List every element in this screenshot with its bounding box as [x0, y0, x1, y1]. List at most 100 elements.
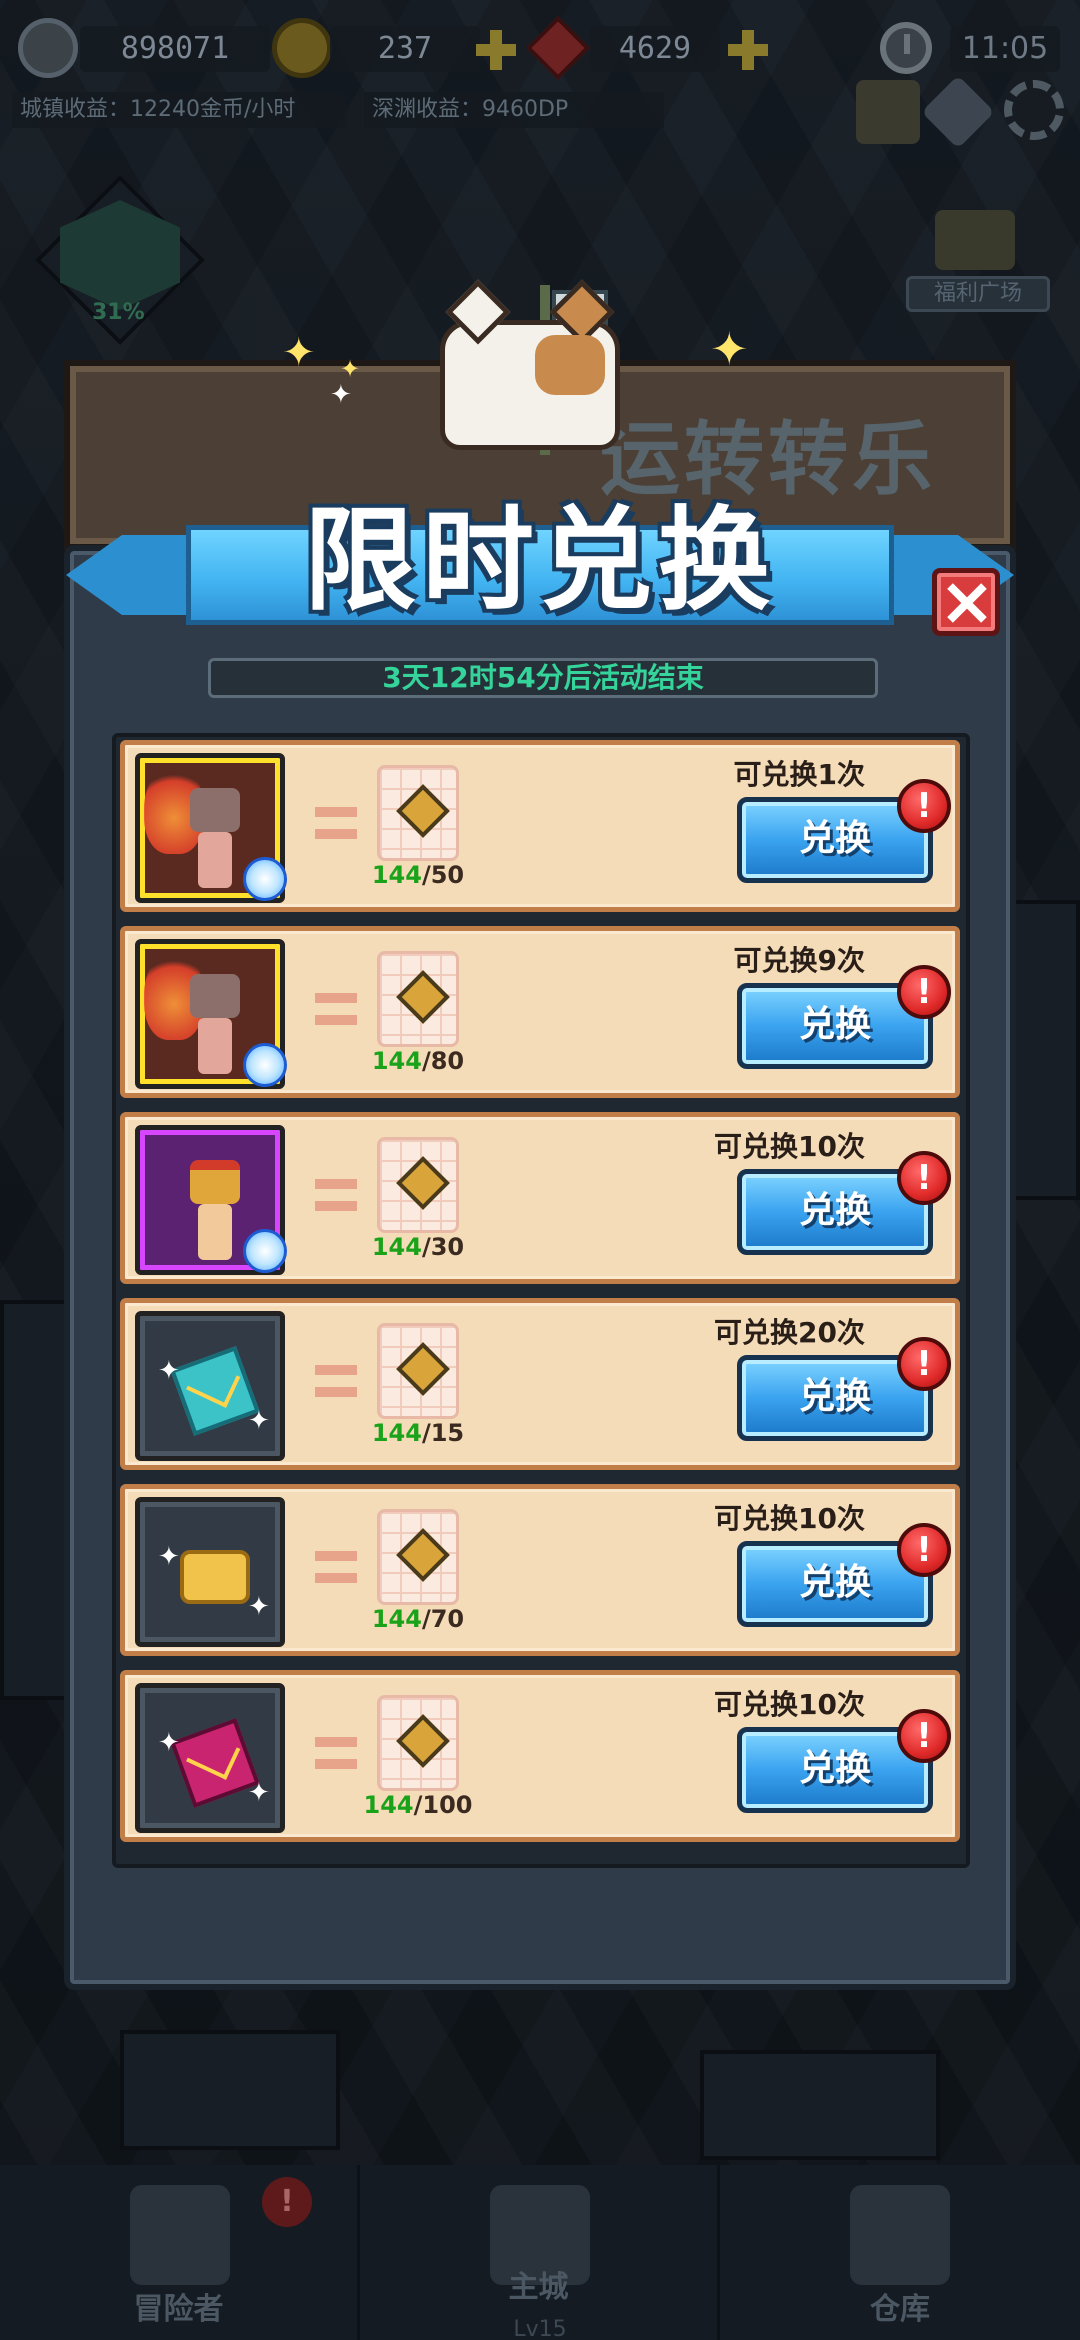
reward-item-slot[interactable]: ✦ ✦ [135, 1683, 285, 1833]
sparkle-icon: ✦ [248, 1592, 270, 1622]
reward-item-slot[interactable]: ✦ ✦ [135, 1311, 285, 1461]
nav-alert-icon: ! [262, 2177, 312, 2227]
sparkle-icon: ✦ [282, 330, 316, 376]
hero-icon [180, 788, 250, 888]
gem-value: 4629 [590, 26, 720, 72]
exchange-limit: 可兑换10次 [714, 1688, 865, 1721]
close-button[interactable] [932, 568, 1000, 636]
cost-owned: 144 [371, 1419, 422, 1447]
cost-owned: 144 [371, 1047, 422, 1075]
nav-main-city[interactable]: 主城 Lv15 [360, 2165, 720, 2340]
cost-token: 144/100 [364, 1695, 472, 1819]
gold-value: 237 [330, 26, 480, 72]
alert-icon: ! [897, 1151, 951, 1205]
alert-icon: ! [897, 779, 951, 833]
equals-icon [315, 1365, 357, 1401]
exchange-limit: 可兑换10次 [714, 1502, 865, 1535]
alert-icon: ! [897, 965, 951, 1019]
town-income: 城镇收益：12240金币/小时 [12, 92, 346, 128]
exchange-token-icon [377, 1323, 459, 1419]
gold-coin-icon [272, 18, 332, 78]
nav-adventurer-label: 冒险者 [133, 2292, 224, 2327]
cost-token: 144/80 [371, 951, 465, 1075]
sparkle-icon: ✦ [158, 1542, 180, 1572]
settings-gear-icon[interactable] [1004, 80, 1064, 140]
knight-helmet-icon [130, 2185, 230, 2285]
sparkle-icon: ✦ [340, 355, 361, 383]
cost-token: 144/70 [371, 1509, 465, 1633]
equals-icon [315, 1179, 357, 1215]
pink-envelope-icon [170, 1718, 260, 1808]
welfare-plaza-label[interactable]: 福利广场 [906, 276, 1050, 312]
exchange-token-icon [377, 1509, 459, 1605]
warehouse-icon [850, 2185, 950, 2285]
dungeon-progress-percent: 31% [92, 300, 145, 325]
exchange-token-icon [377, 1695, 459, 1791]
exchange-token-icon [377, 1137, 459, 1233]
equals-icon [315, 993, 357, 1029]
clock-icon [880, 22, 932, 74]
modal-title: 限时兑换 [304, 496, 776, 626]
sparkle-icon: ✦ [248, 1778, 270, 1808]
sparkle-icon: ✦ [158, 1356, 180, 1386]
cost-required: /15 [421, 1419, 465, 1447]
nav-warehouse[interactable]: 仓库 [720, 2165, 1080, 2340]
equals-icon [315, 1737, 357, 1773]
teal-envelope-icon [170, 1346, 260, 1436]
equals-icon [315, 1551, 357, 1587]
nav-adventurer[interactable]: ! 冒险者 [0, 2165, 360, 2340]
bottom-navigation: ! 冒险者 主城 Lv15 仓库 [0, 2165, 1080, 2340]
exchange-row: ✦ ✦ 144/100 可兑换10次 兑换 ! [120, 1670, 960, 1842]
hero-icon [180, 1160, 250, 1260]
clock-time: 11:05 [950, 26, 1060, 72]
exchange-row: ✦ ✦ 144/70 可兑换10次 兑换 ! [120, 1484, 960, 1656]
soul-flame-icon [243, 857, 287, 901]
exchange-limit: 可兑换9次 [733, 944, 865, 977]
hero-icon [180, 974, 250, 1074]
add-gold-icon[interactable] [476, 30, 516, 70]
alert-icon: ! [897, 1709, 951, 1763]
power-icon [18, 18, 78, 78]
add-gem-icon[interactable] [728, 30, 768, 70]
exchange-row: ✦ ✦ 144/15 可兑换20次 兑换 ! [120, 1298, 960, 1470]
sparkle-icon: ✦ [248, 1406, 270, 1436]
alert-icon: ! [897, 1523, 951, 1577]
soul-flame-icon [243, 1229, 287, 1273]
nav-warehouse-label: 仓库 [870, 2292, 930, 2327]
exchange-row: 144/50 可兑换1次 兑换 ! [120, 740, 960, 912]
exchange-token-icon [377, 765, 459, 861]
gift-icon[interactable] [935, 210, 1015, 270]
cost-token: 144/15 [371, 1323, 465, 1447]
cost-token: 144/30 [371, 1137, 465, 1261]
cost-required: /100 [413, 1791, 473, 1819]
abyss-income: 深渊收益：9460DP [364, 92, 664, 128]
power-value: 898071 [80, 26, 270, 72]
event-character-icon[interactable] [856, 80, 920, 144]
gold-scroll-icon [180, 1550, 250, 1604]
cost-owned: 144 [371, 1233, 422, 1261]
nav-main-city-label: 主城 [508, 2270, 569, 2305]
alert-icon: ! [897, 1337, 951, 1391]
cost-owned: 144 [363, 1791, 414, 1819]
cost-required: /70 [421, 1605, 465, 1633]
cost-required: /30 [421, 1233, 465, 1261]
main-city-level: Lv15 [513, 2317, 567, 2340]
sparkle-icon: ✦ [330, 380, 352, 410]
cost-owned: 144 [371, 861, 422, 889]
exchange-limit: 可兑换20次 [714, 1316, 865, 1349]
event-countdown: 3天12时54分后活动结束 [208, 658, 878, 698]
exchange-row: 144/80 可兑换9次 兑换 ! [120, 926, 960, 1098]
cost-owned: 144 [371, 1605, 422, 1633]
exchange-row: 144/30 可兑换10次 兑换 ! [120, 1112, 960, 1284]
cost-required: /80 [421, 1047, 465, 1075]
lucky-cat-mascot-icon [440, 279, 620, 450]
exchange-token-icon [377, 951, 459, 1047]
equals-icon [315, 807, 357, 843]
gem-icon [526, 16, 590, 80]
cost-token: 144/50 [371, 765, 465, 889]
cost-required: /50 [421, 861, 465, 889]
soul-flame-icon [243, 1043, 287, 1087]
reward-item-slot[interactable]: ✦ ✦ [135, 1497, 285, 1647]
sparkle-icon: ✦ [710, 322, 749, 376]
sparkle-icon: ✦ [158, 1728, 180, 1758]
